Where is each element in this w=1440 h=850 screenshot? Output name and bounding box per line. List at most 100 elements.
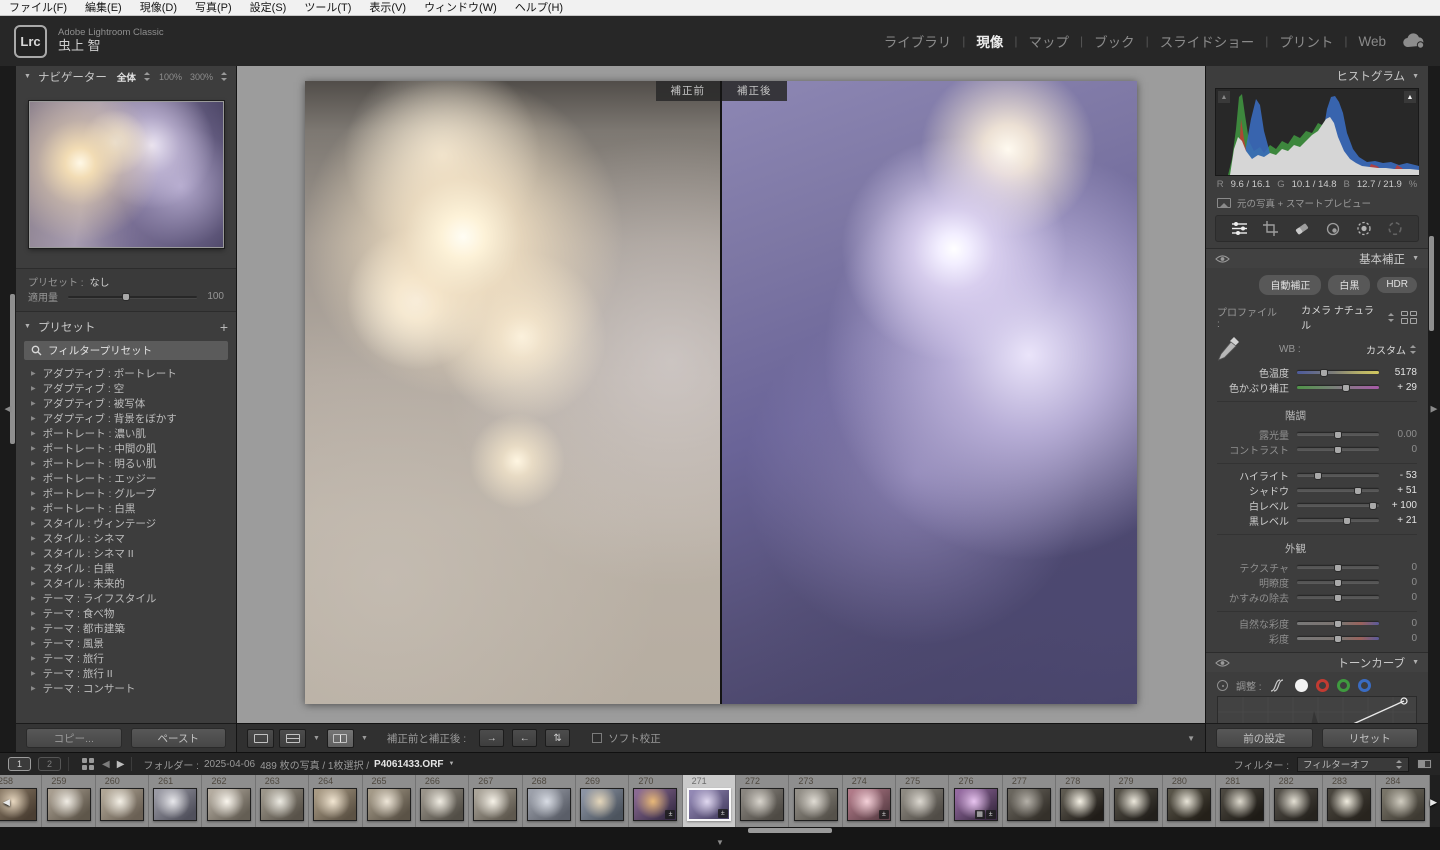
filmstrip-cell[interactable]: 265 xyxy=(363,775,416,827)
right-panel-collapse-strip[interactable]: ▶ xyxy=(1428,66,1440,752)
filter-toggle-switch[interactable] xyxy=(1417,759,1432,769)
previous-photo-icon[interactable]: ◀ xyxy=(102,759,110,770)
before-photo[interactable] xyxy=(305,81,721,704)
treatment-button-3[interactable]: HDR xyxy=(1377,277,1417,293)
slider-thumb[interactable] xyxy=(1334,579,1342,587)
preset-group-item[interactable]: ▶アダプティブ : ポートレート xyxy=(16,366,236,381)
preset-group-item[interactable]: ▶テーマ : 旅行 xyxy=(16,651,236,666)
thumbnail-image[interactable]: ▦± xyxy=(954,788,998,821)
sync-tool-icon[interactable] xyxy=(1383,218,1407,240)
filmstrip-cell[interactable]: 278 xyxy=(1056,775,1109,827)
filmstrip-source-info[interactable]: フォルダー : 2025-04-06 489 枚の写真 / 1枚選択 / P40… xyxy=(143,757,454,772)
left-panel-scrollbar[interactable] xyxy=(10,294,15,444)
grid-view-icon[interactable] xyxy=(82,758,95,771)
filmstrip-cell[interactable]: 279 xyxy=(1110,775,1163,827)
filmstrip-cell[interactable]: 263 xyxy=(256,775,309,827)
filmstrip-cell[interactable]: 262 xyxy=(202,775,255,827)
module-tab-3[interactable]: マップ xyxy=(1028,31,1069,51)
preset-group-item[interactable]: ▶スタイル : ヴィンテージ xyxy=(16,516,236,531)
filmstrip-cell[interactable]: 260 xyxy=(96,775,149,827)
slider-thumb[interactable] xyxy=(1334,635,1342,643)
histogram-header[interactable]: ヒストグラム ▼ xyxy=(1206,66,1428,86)
preset-group-item[interactable]: ▶テーマ : 食べ物 xyxy=(16,606,236,621)
module-tab-4[interactable]: ブック xyxy=(1094,31,1135,51)
panel-enable-eye-icon[interactable] xyxy=(1215,254,1230,264)
swap-before-after-button[interactable]: ⇅ xyxy=(545,729,570,747)
copy-after-to-before-button[interactable]: ← xyxy=(512,729,537,747)
thumbnail-image[interactable] xyxy=(527,788,571,821)
slider-track[interactable] xyxy=(1297,448,1379,451)
parametric-curve-icon[interactable] xyxy=(1270,679,1287,693)
preset-group-item[interactable]: ▶テーマ : 風景 xyxy=(16,636,236,651)
soft-proof-checkbox[interactable] xyxy=(592,733,602,743)
preset-group-item[interactable]: ▶ポートレート : 明るい肌 xyxy=(16,456,236,471)
slider-thumb[interactable] xyxy=(1334,446,1342,454)
slider-track[interactable] xyxy=(1297,519,1379,522)
slider-track[interactable] xyxy=(1297,504,1379,507)
profile-select[interactable]: カメラ ナチュラル xyxy=(1301,302,1382,332)
source-menu-caret-icon[interactable]: ▼ xyxy=(449,761,455,767)
zoom-100-option[interactable]: 100% xyxy=(159,72,182,82)
filmstrip-cell[interactable]: 270± xyxy=(629,775,682,827)
blue-channel-button[interactable] xyxy=(1358,679,1371,692)
navigator-preview-image[interactable] xyxy=(29,101,224,248)
thumbnail-image[interactable] xyxy=(313,788,357,821)
preset-group-item[interactable]: ▶ポートレート : 白黒 xyxy=(16,501,236,516)
preset-group-item[interactable]: ▶スタイル : 白黒 xyxy=(16,561,236,576)
crop-tool-icon[interactable] xyxy=(1259,218,1283,240)
slider-thumb[interactable] xyxy=(1334,594,1342,602)
basic-panel-header[interactable]: 基本補正 ▼ xyxy=(1206,248,1428,268)
preset-group-item[interactable]: ▶テーマ : コンサート xyxy=(16,681,236,696)
slider-track[interactable] xyxy=(1297,474,1379,477)
filmstrip-cell[interactable]: 282 xyxy=(1270,775,1323,827)
filmstrip-cell[interactable]: 284 xyxy=(1376,775,1429,827)
shadow-clipping-icon[interactable]: ▲ xyxy=(1218,91,1230,103)
preset-group-item[interactable]: ▶アダプティブ : 空 xyxy=(16,381,236,396)
preset-group-item[interactable]: ▶テーマ : ライフスタイル xyxy=(16,591,236,606)
preset-group-item[interactable]: ▶ポートレート : グループ xyxy=(16,486,236,501)
paste-button[interactable]: ペースト xyxy=(131,728,227,748)
thumbnail-image[interactable] xyxy=(420,788,464,821)
thumbnail-image[interactable] xyxy=(1327,788,1371,821)
module-tab-5[interactable]: スライドショー xyxy=(1160,31,1255,51)
preset-group-item[interactable]: ▶ポートレート : 中間の肌 xyxy=(16,441,236,456)
preset-group-item[interactable]: ▶スタイル : 未来的 xyxy=(16,576,236,591)
menu-item[interactable]: 写真(P) xyxy=(186,0,241,16)
thumbnail-image[interactable]: ± xyxy=(633,788,677,821)
fit-updown-icon[interactable] xyxy=(144,72,151,81)
loupe-view-button[interactable] xyxy=(247,729,274,748)
thumbnail-image[interactable]: ± xyxy=(687,788,731,821)
menu-item[interactable]: ファイル(F) xyxy=(0,0,76,16)
treatment-button-1[interactable]: 自動補正 xyxy=(1259,275,1321,295)
thumbnail-image[interactable] xyxy=(1167,788,1211,821)
menu-item[interactable]: 表示(V) xyxy=(360,0,415,16)
amount-slider-thumb[interactable] xyxy=(122,293,130,301)
filmstrip-scrollbar-track[interactable] xyxy=(0,827,1440,834)
thumbnail-image[interactable] xyxy=(1114,788,1158,821)
reset-button[interactable]: リセット xyxy=(1322,728,1419,748)
filmstrip-scrollbar-thumb[interactable] xyxy=(748,828,832,833)
filmstrip-cell[interactable]: 277 xyxy=(1003,775,1056,827)
right-panel-scrollbar[interactable] xyxy=(1429,236,1434,331)
filmstrip-cell[interactable]: 269 xyxy=(576,775,629,827)
thumbnail-image[interactable] xyxy=(740,788,784,821)
menu-item[interactable]: ヘルプ(H) xyxy=(506,0,572,16)
thumbnail-image[interactable] xyxy=(1220,788,1264,821)
slider-thumb[interactable] xyxy=(1334,431,1342,439)
filter-select[interactable]: フィルターオフ xyxy=(1297,757,1409,772)
filmstrip-cell[interactable]: 264 xyxy=(309,775,362,827)
tone-curve-header[interactable]: トーンカーブ ▼ xyxy=(1206,652,1428,672)
red-channel-button[interactable] xyxy=(1316,679,1329,692)
presets-header[interactable]: ▼ プリセット + xyxy=(16,316,236,337)
amount-slider[interactable] xyxy=(68,296,197,298)
collapse-bottom-icon[interactable]: ▼ xyxy=(0,838,1440,847)
slider-track[interactable] xyxy=(1297,581,1379,584)
filmstrip-scroll-left-icon[interactable]: ◀ xyxy=(3,797,10,808)
menu-item[interactable]: 編集(E) xyxy=(76,0,131,16)
green-channel-button[interactable] xyxy=(1337,679,1350,692)
filmstrip-cell[interactable]: 283 xyxy=(1323,775,1376,827)
treatment-button-2[interactable]: 白黒 xyxy=(1328,275,1370,295)
copy-before-to-after-button[interactable]: → xyxy=(479,729,504,747)
zoom-300-option[interactable]: 300% xyxy=(190,72,213,82)
thumbnail-image[interactable]: ± xyxy=(847,788,891,821)
